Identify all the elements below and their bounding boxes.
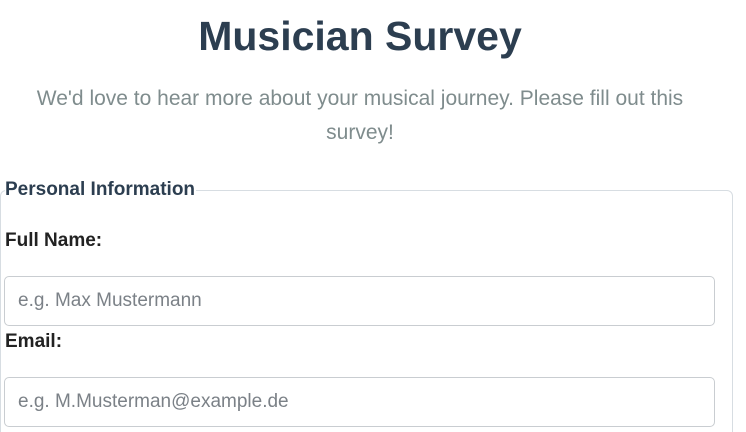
full-name-input[interactable] — [4, 276, 715, 326]
email-input[interactable] — [4, 377, 715, 427]
full-name-label: Full Name: — [5, 230, 103, 251]
personal-information-legend: Personal Information — [5, 178, 197, 202]
email-label: Email: — [5, 331, 63, 352]
musician-survey-page: Musician Survey We'd love to hear more a… — [0, 0, 746, 432]
page-title: Musician Survey — [198, 13, 522, 59]
survey-intro-text: We'd love to hear more about your musica… — [36, 87, 684, 144]
